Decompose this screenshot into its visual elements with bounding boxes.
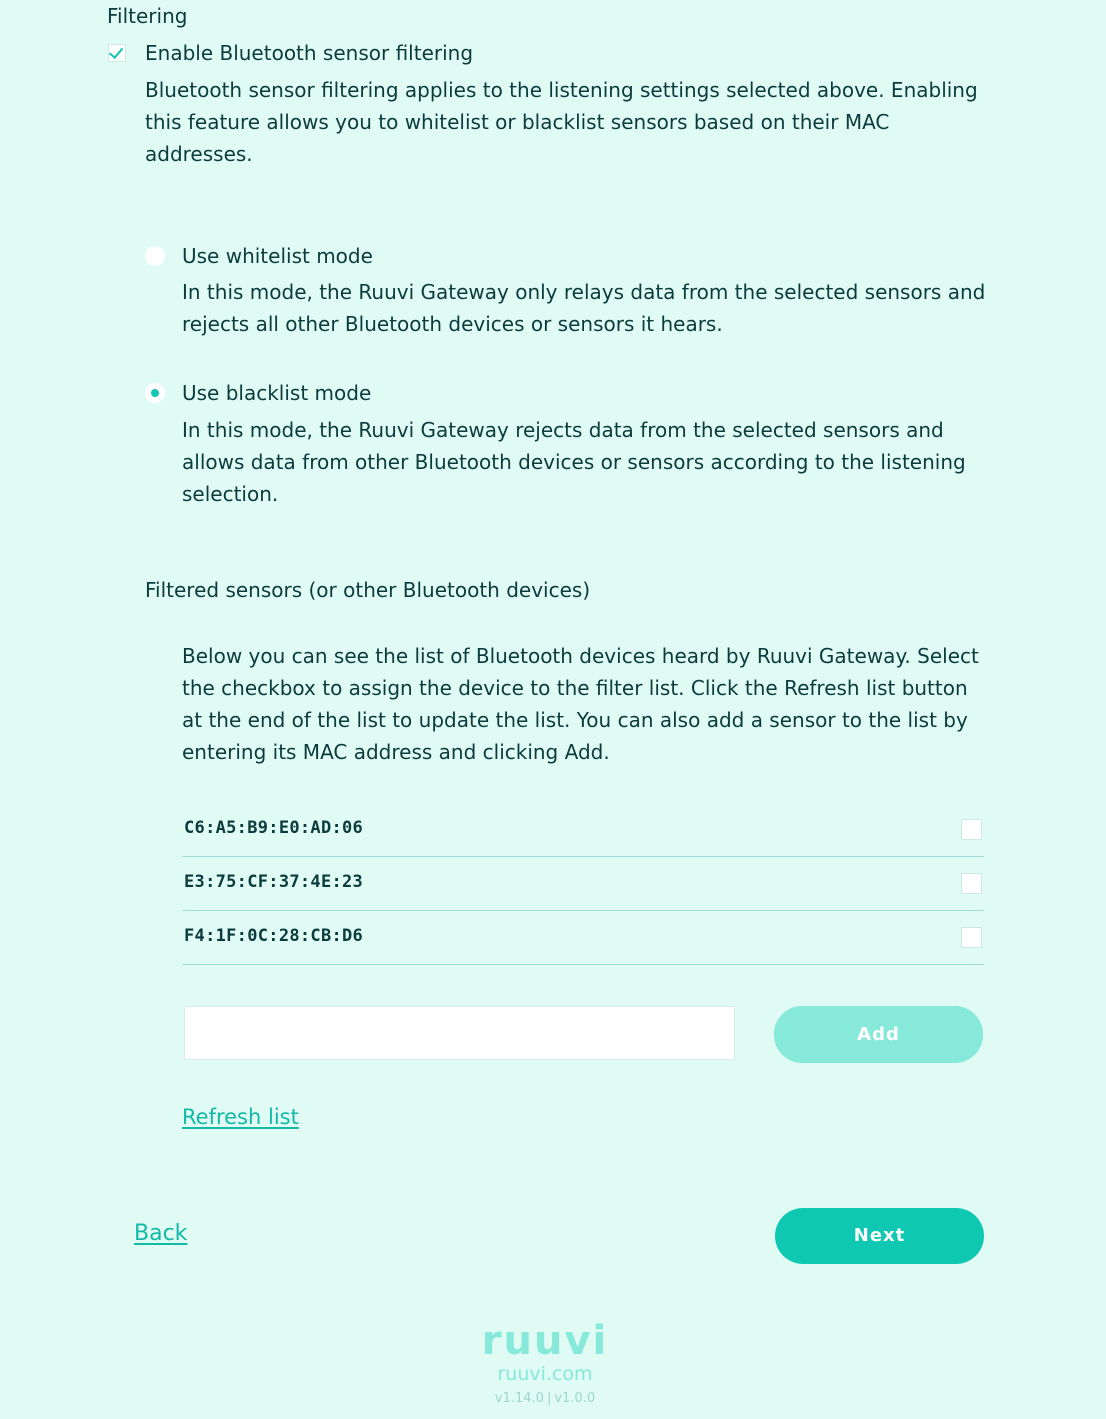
add-button[interactable]: Add [774, 1006, 983, 1063]
mac-address-input[interactable] [184, 1006, 735, 1060]
next-button[interactable]: Next [775, 1208, 984, 1264]
device-row: F4:1F:0C:28:CB:D6 [182, 911, 984, 965]
ruuvi-logo: ruuvi [481, 1318, 609, 1364]
whitelist-mode-radio[interactable] [145, 246, 165, 266]
whitelist-mode-label[interactable]: Use whitelist mode [182, 240, 373, 272]
ui-version: v1.0.0 [554, 1391, 596, 1406]
version-separator: | [546, 1391, 552, 1406]
footer-version: v1.14.0 | v1.0.0 [0, 1391, 1090, 1406]
filtered-sensors-title: Filtered sensors (or other Bluetooth dev… [145, 578, 591, 602]
device-mac: F4:1F:0C:28:CB:D6 [184, 926, 364, 946]
blacklist-mode-label[interactable]: Use blacklist mode [182, 377, 371, 409]
device-checkbox[interactable] [961, 819, 982, 840]
blacklist-mode-radio[interactable] [145, 383, 165, 403]
firmware-version: v1.14.0 [494, 1391, 544, 1406]
filtering-description: Bluetooth sensor filtering applies to th… [145, 78, 978, 166]
filtered-sensors-description: Below you can see the list of Bluetooth … [182, 644, 979, 764]
enable-filtering-label[interactable]: Enable Bluetooth sensor filtering [145, 37, 473, 69]
device-row: E3:75:CF:37:4E:23 [182, 857, 984, 911]
device-checkbox[interactable] [961, 873, 982, 894]
device-mac: E3:75:CF:37:4E:23 [184, 872, 364, 892]
refresh-list-link[interactable]: Refresh list [182, 1105, 299, 1129]
checkmark-icon [108, 43, 124, 60]
whitelist-mode-description: In this mode, the Ruuvi Gateway only rel… [182, 280, 986, 336]
enable-filtering-checkbox[interactable] [108, 43, 126, 62]
back-link[interactable]: Back [134, 1221, 187, 1246]
footer-site: ruuvi.com [497, 1363, 593, 1385]
device-row: C6:A5:B9:E0:AD:06 [182, 803, 984, 857]
filtering-section-title: Filtering [107, 4, 188, 28]
radio-selected-dot [151, 389, 159, 397]
blacklist-mode-description: In this mode, the Ruuvi Gateway rejects … [182, 418, 966, 506]
device-mac: C6:A5:B9:E0:AD:06 [184, 818, 364, 838]
device-checkbox[interactable] [961, 927, 982, 948]
